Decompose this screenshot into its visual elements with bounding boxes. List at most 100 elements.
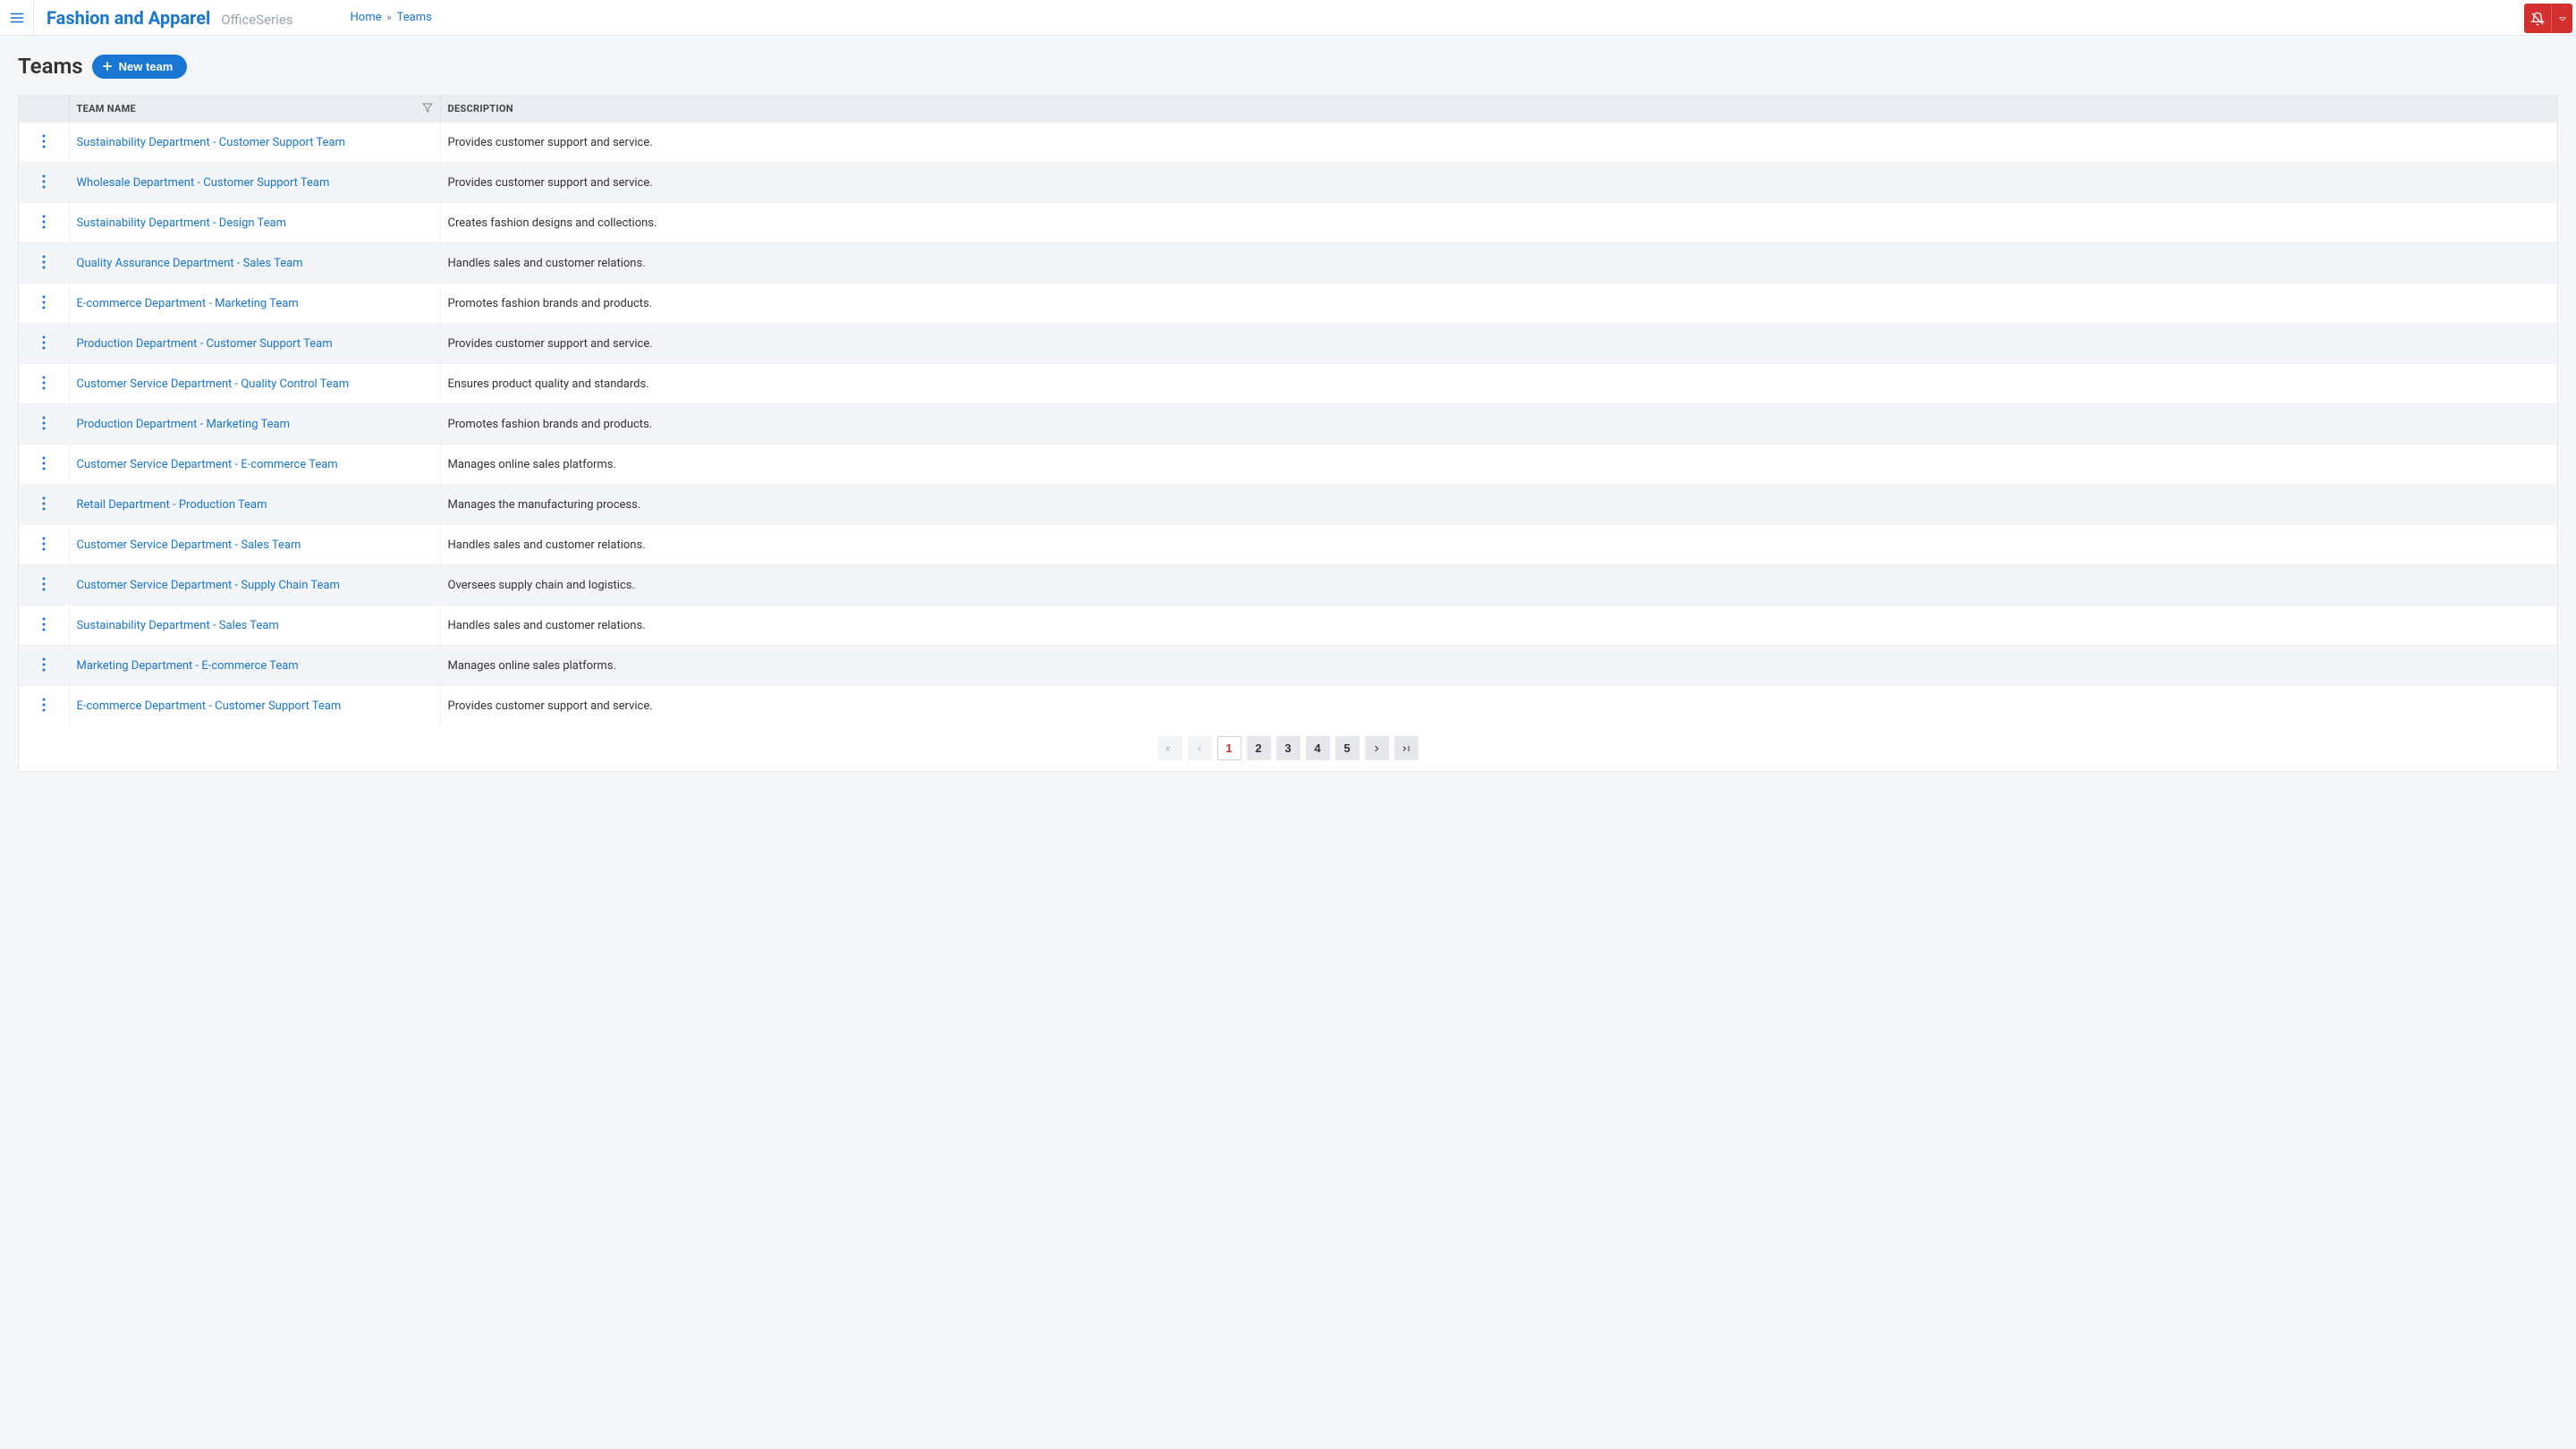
team-description: Promotes fashion brands and products. [440,284,2557,324]
dots-vertical-icon [42,255,46,269]
filter-team-name[interactable] [422,102,433,115]
page-title: Teams [18,54,83,79]
dots-vertical-icon [42,134,46,148]
chevron-right-icon [1371,743,1382,754]
row-menu-button[interactable] [35,293,53,311]
row-menu-button[interactable] [35,495,53,513]
page-number-button[interactable]: 3 [1276,736,1301,760]
table-row: Quality Assurance Department - Sales Tea… [19,243,2557,284]
row-menu-button[interactable] [35,374,53,392]
table-row: Customer Service Department - Supply Cha… [19,565,2557,606]
filter-icon [422,102,433,113]
team-name-link[interactable]: Customer Service Department - Sales Team [77,538,301,552]
page-number-button[interactable]: 1 [1217,736,1241,760]
table-row: Marketing Department - E-commerce Team M… [19,646,2557,686]
dots-vertical-icon [42,174,46,189]
page-number-button[interactable]: 4 [1306,736,1330,760]
table-row: Production Department - Marketing Team P… [19,404,2557,445]
team-name-link[interactable]: Production Department - Marketing Team [77,418,291,431]
top-header: Fashion and Apparel OfficeSeries Home » … [0,0,2576,36]
row-menu-button[interactable] [35,173,53,191]
bell-icon [2530,12,2545,26]
breadcrumb-separator: » [387,12,392,23]
dots-vertical-icon [42,617,46,631]
breadcrumb: Home » Teams [351,11,432,24]
plus-icon [101,60,114,72]
team-name-link[interactable]: Sustainability Department - Design Team [77,216,287,230]
teams-table-container: Team Name Description Sustainability Dep… [18,95,2558,772]
team-name-link[interactable]: Customer Service Department - Quality Co… [77,377,350,391]
team-description: Provides customer support and service. [440,686,2557,726]
dots-vertical-icon [42,657,46,672]
table-row: Retail Department - Production Team Mana… [19,485,2557,525]
team-name-link[interactable]: Production Department - Customer Support… [77,337,333,351]
hamburger-icon [9,10,25,26]
notifications-button[interactable] [2524,4,2551,33]
team-name-link[interactable]: Customer Service Department - Supply Cha… [77,579,340,592]
page-first-button[interactable] [1158,736,1182,760]
table-row: Wholesale Department - Customer Support … [19,163,2557,203]
page-number-button[interactable]: 2 [1247,736,1271,760]
column-actions [19,96,69,123]
row-menu-button[interactable] [35,414,53,432]
column-team-name-label: Team Name [77,103,137,114]
breadcrumb-home[interactable]: Home [351,11,382,24]
header-dropdown[interactable] [2551,4,2572,33]
team-description: Provides customer support and service. [440,123,2557,163]
row-menu-button[interactable] [35,535,53,553]
team-name-link[interactable]: Quality Assurance Department - Sales Tea… [77,257,303,270]
row-menu-button[interactable] [35,696,53,714]
team-description: Oversees supply chain and logistics. [440,565,2557,606]
page-header: Teams New team [18,54,2558,79]
table-row: Customer Service Department - E-commerce… [19,445,2557,485]
table-row: Customer Service Department - Sales Team… [19,525,2557,565]
page-number-button[interactable]: 5 [1335,736,1360,760]
team-name-link[interactable]: E-commerce Department - Customer Support… [77,699,342,713]
team-name-link[interactable]: Retail Department - Production Team [77,498,267,512]
page-prev-button[interactable] [1188,736,1212,760]
column-description[interactable]: Description [440,96,2557,123]
team-name-link[interactable]: Sustainability Department - Sales Team [77,619,279,632]
row-menu-button[interactable] [35,334,53,352]
page-last-icon [1401,743,1411,754]
dots-vertical-icon [42,577,46,591]
team-name-link[interactable]: E-commerce Department - Marketing Team [77,297,299,310]
table-row: Production Department - Customer Support… [19,324,2557,364]
team-description: Ensures product quality and standards. [440,364,2557,404]
team-description: Promotes fashion brands and products. [440,404,2557,445]
brand-title[interactable]: Fashion and Apparel [47,7,210,29]
caret-down-icon [2555,12,2570,26]
page-content: Teams New team Team Name Description [0,36,2576,790]
row-menu-button[interactable] [35,656,53,674]
header-actions [2524,0,2576,35]
page-first-icon [1165,743,1175,754]
dots-vertical-icon [42,335,46,350]
team-description: Provides customer support and service. [440,324,2557,364]
team-name-link[interactable]: Wholesale Department - Customer Support … [77,176,330,190]
dots-vertical-icon [42,537,46,551]
page-next-button[interactable] [1365,736,1389,760]
team-name-link[interactable]: Sustainability Department - Customer Sup… [77,136,345,149]
breadcrumb-current[interactable]: Teams [397,11,432,24]
team-description: Handles sales and customer relations. [440,243,2557,284]
dots-vertical-icon [42,215,46,229]
row-menu-button[interactable] [35,615,53,633]
column-description-label: Description [448,103,513,114]
pagination: 12345 [19,725,2557,771]
row-menu-button[interactable] [35,454,53,472]
row-menu-button[interactable] [35,213,53,231]
hamburger-menu[interactable] [0,0,34,36]
column-team-name[interactable]: Team Name [69,96,440,123]
page-last-button[interactable] [1394,736,1419,760]
new-team-label: New team [119,60,174,73]
new-team-button[interactable]: New team [92,55,188,79]
table-row: E-commerce Department - Marketing Team P… [19,284,2557,324]
row-menu-button[interactable] [35,253,53,271]
row-menu-button[interactable] [35,132,53,150]
teams-table: Team Name Description Sustainability Dep… [19,96,2557,725]
team-name-link[interactable]: Marketing Department - E-commerce Team [77,659,299,673]
team-name-link[interactable]: Customer Service Department - E-commerce… [77,458,338,471]
table-row: Sustainability Department - Design Team … [19,203,2557,243]
row-menu-button[interactable] [35,575,53,593]
dots-vertical-icon [42,456,46,470]
